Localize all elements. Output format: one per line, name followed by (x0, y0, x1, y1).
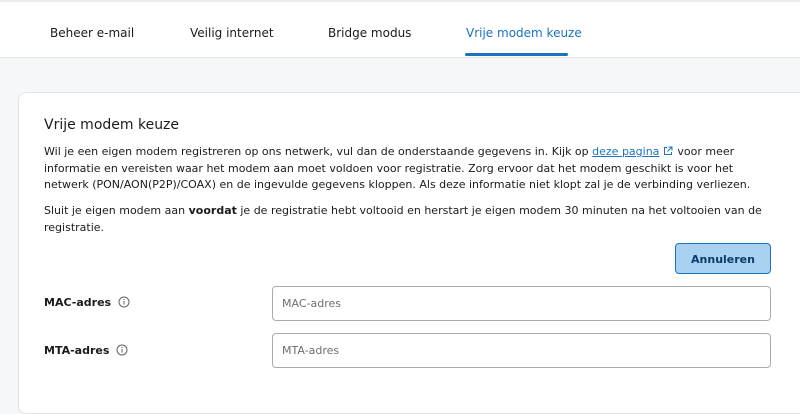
top-divider (0, 0, 800, 2)
intro-paragraph: Wil je een eigen modem registreren op on… (44, 144, 774, 194)
tab-veilig-internet[interactable]: Veilig internet (190, 26, 274, 40)
mta-address-label-text: MTA-adres (44, 344, 110, 357)
mac-address-input[interactable] (272, 286, 771, 321)
mta-address-input[interactable] (272, 333, 771, 368)
intro-text-start: Wil je een eigen modem registreren op on… (44, 145, 593, 158)
mta-address-label: MTA-adres (44, 344, 128, 357)
deze-pagina-link[interactable]: deze pagina (592, 145, 659, 158)
page-title: Vrije modem keuze (44, 117, 180, 133)
instruction-paragraph: Sluit je eigen modem aan voordat je de r… (44, 203, 774, 236)
tab-bridge-modus[interactable]: Bridge modus (328, 26, 411, 40)
tab-bar: Beheer e-mail Veilig internet Bridge mod… (0, 0, 800, 58)
instruction-emphasis: voordat (188, 204, 237, 217)
mac-address-label-text: MAC-adres (44, 296, 112, 309)
tab-vrije-modem-keuze[interactable]: Vrije modem keuze (466, 26, 582, 40)
active-tab-indicator (465, 53, 568, 56)
external-link-icon[interactable] (663, 146, 673, 156)
info-icon[interactable] (116, 344, 128, 356)
cancel-button[interactable]: Annuleren (675, 243, 771, 274)
instruction-text-start: Sluit je eigen modem aan (44, 204, 189, 217)
tab-beheer-email[interactable]: Beheer e-mail (50, 26, 134, 40)
info-icon[interactable] (118, 296, 130, 308)
mac-address-label: MAC-adres (44, 296, 130, 309)
